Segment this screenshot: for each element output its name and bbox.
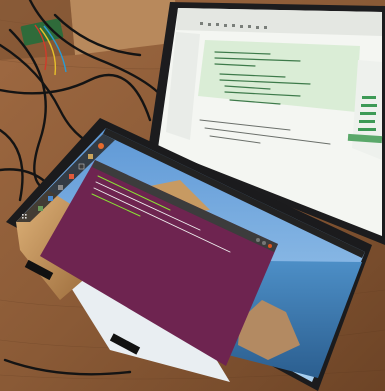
trash-icon[interactable]	[38, 206, 43, 211]
help-icon[interactable]	[48, 196, 53, 201]
firefox-icon[interactable]	[98, 143, 104, 149]
software-icon[interactable]	[69, 174, 74, 179]
photo-scene	[0, 0, 385, 391]
maximize-icon[interactable]	[262, 241, 266, 245]
close-icon[interactable]	[268, 244, 272, 248]
minimize-icon[interactable]	[256, 238, 260, 242]
settings-icon[interactable]	[58, 185, 63, 190]
files-icon[interactable]	[88, 154, 93, 159]
terminal-dock-icon[interactable]	[78, 163, 85, 170]
